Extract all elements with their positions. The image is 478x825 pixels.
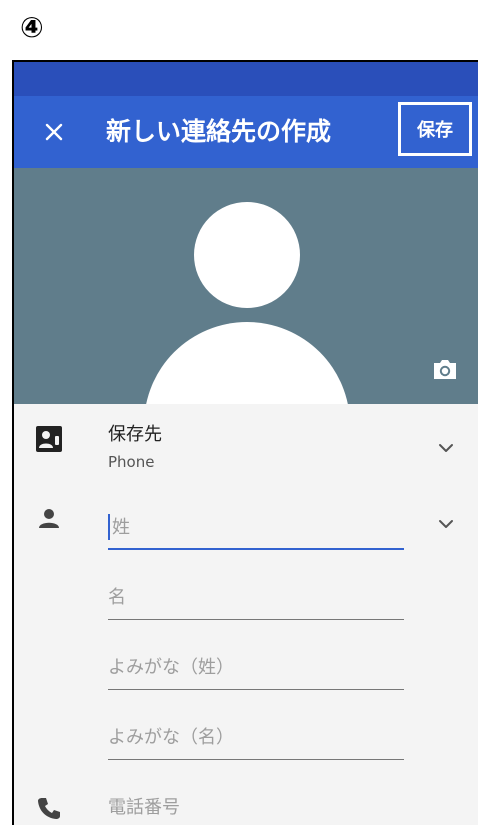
save-to-label: 保存先 bbox=[108, 424, 162, 445]
contact-photo-area[interactable] bbox=[14, 168, 478, 404]
step-marker: ④ bbox=[20, 11, 44, 44]
last-name-placeholder: 姓 bbox=[112, 517, 130, 538]
close-button[interactable] bbox=[36, 114, 72, 150]
close-icon bbox=[45, 123, 63, 141]
phone-field[interactable]: 電話番号 bbox=[108, 796, 180, 820]
last-name-reading-placeholder: よみがな（姓） bbox=[108, 657, 234, 678]
page-title: 新しい連絡先の作成 bbox=[106, 117, 332, 146]
person-icon bbox=[39, 509, 59, 528]
save-button[interactable]: 保存 bbox=[398, 102, 472, 156]
status-bar bbox=[14, 62, 478, 96]
phone-icon bbox=[38, 798, 60, 819]
avatar-head bbox=[194, 202, 300, 308]
phone-screen: 新しい連絡先の作成 保存 保存先 Phone 姓 名 よみがな（姓） よみがな（… bbox=[12, 60, 478, 825]
first-name-reading-placeholder: よみがな（名） bbox=[108, 727, 234, 748]
first-name-field[interactable]: 名 bbox=[108, 580, 404, 620]
chevron-down-icon[interactable] bbox=[434, 436, 458, 460]
chevron-down-icon[interactable] bbox=[434, 512, 458, 536]
first-name-reading-field[interactable]: よみがな（名） bbox=[108, 720, 404, 760]
first-name-placeholder: 名 bbox=[108, 587, 126, 608]
last-name-reading-field[interactable]: よみがな（姓） bbox=[108, 650, 404, 690]
app-bar: 新しい連絡先の作成 保存 bbox=[14, 96, 478, 168]
camera-icon[interactable] bbox=[430, 354, 460, 384]
save-to-value[interactable]: Phone bbox=[108, 452, 154, 472]
contact-card-icon bbox=[36, 426, 62, 452]
text-caret bbox=[108, 514, 110, 540]
last-name-field[interactable]: 姓 bbox=[108, 510, 404, 550]
contact-form: 保存先 Phone 姓 名 よみがな（姓） よみがな（名） 電話番号 bbox=[14, 404, 478, 825]
avatar-body bbox=[144, 322, 350, 404]
